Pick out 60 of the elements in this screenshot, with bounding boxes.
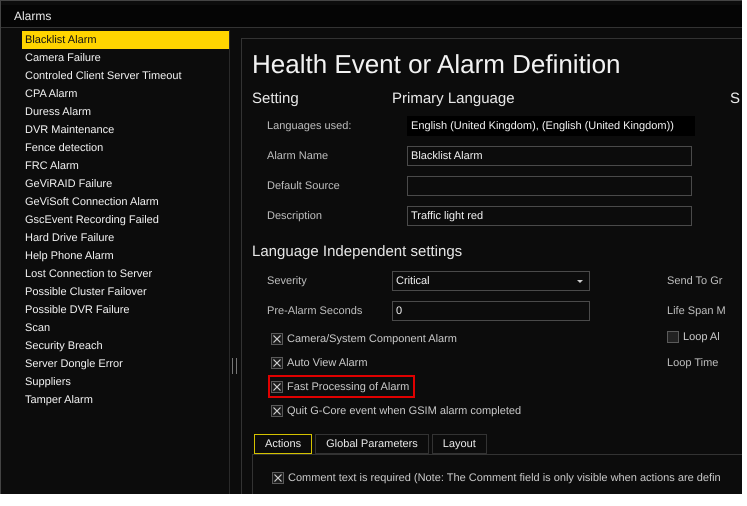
alarm-list-item[interactable]: Duress Alarm	[22, 103, 229, 121]
checkbox-label: Comment text is required (Note: The Comment field is only visible when actions are defin	[288, 472, 721, 484]
field-label: Description	[267, 210, 324, 222]
field-label: Alarm Name	[267, 150, 330, 162]
alarm-list-item[interactable]: Possible DVR Failure	[22, 301, 229, 319]
tab[interactable]: Global Parameters	[315, 434, 429, 454]
languages-value: English (United Kingdom), (English (United Kingdom))	[407, 116, 695, 136]
splitter-grip-icon[interactable]	[232, 358, 237, 374]
alarm-list-item[interactable]: Server Dongle Error	[22, 355, 229, 373]
field-label: Loop Time	[667, 356, 720, 371]
checked-checkbox[interactable]	[271, 380, 283, 392]
alarm-list-item[interactable]: CPA Alarm	[22, 85, 229, 103]
checkbox-label: Auto View Alarm	[287, 356, 368, 368]
alarm-list-item[interactable]: GeViRAID Failure	[22, 175, 229, 193]
dropdown-value: Critical	[396, 274, 430, 289]
checked-checkbox[interactable]	[271, 332, 283, 344]
section-heading: Language Independent settings	[252, 243, 464, 260]
field-label: Default Source	[267, 180, 341, 192]
dropdown-arrow-icon	[577, 280, 583, 282]
alarm-list-item[interactable]: GeViSoft Connection Alarm	[22, 193, 229, 211]
severity-dropdown[interactable]: Critical	[392, 271, 590, 291]
alarm-list-item[interactable]: Lost Connection to Server	[22, 265, 229, 283]
alarm-list-item[interactable]: FRC Alarm	[22, 157, 229, 175]
page-title: Health Event or Alarm Definition	[252, 49, 622, 80]
column-heading: Setting	[252, 90, 300, 107]
checked-checkbox[interactable]	[272, 472, 284, 484]
checkbox-label: Fast Processing of Alarm	[287, 380, 410, 392]
field-label: Send To Gr	[667, 274, 724, 289]
checked-checkbox[interactable]	[271, 404, 283, 416]
field-label: Severity	[267, 275, 308, 287]
field-label: Life Span M	[667, 304, 726, 319]
alarm-list-item[interactable]: Security Breach	[22, 337, 229, 355]
input-field[interactable]: 0	[392, 301, 590, 321]
input-field[interactable]: Traffic light red	[407, 206, 692, 226]
alarm-list-item[interactable]: Camera Failure	[22, 49, 229, 67]
panel-title: Alarms	[14, 9, 52, 23]
checkbox[interactable]	[667, 331, 679, 343]
checkbox-label: Quit G-Core event when GSIM alarm completed	[287, 404, 522, 416]
field-label: Languages used:	[267, 120, 352, 132]
alarm-list-item[interactable]: Fence detection	[22, 139, 229, 157]
alarm-list-item[interactable]: Suppliers	[22, 373, 229, 391]
alarm-list-item[interactable]: Possible Cluster Failover	[22, 283, 229, 301]
alarm-list-item[interactable]: Help Phone Alarm	[22, 247, 229, 265]
alarm-list-item[interactable]: GscEvent Recording Failed	[22, 211, 229, 229]
alarm-list-item[interactable]: Controled Client Server Timeout	[22, 67, 229, 85]
input-field[interactable]: Blacklist Alarm	[407, 146, 692, 166]
tab[interactable]: Layout	[432, 434, 487, 454]
checkbox-label: Loop Al	[683, 330, 720, 345]
alarm-list-item[interactable]: Blacklist Alarm	[22, 31, 229, 49]
checkbox-label: Camera/System Component Alarm	[287, 332, 457, 344]
alarm-list-item[interactable]: Hard Drive Failure	[22, 229, 229, 247]
field-label: Pre-Alarm Seconds	[267, 305, 364, 317]
input-field[interactable]	[407, 176, 692, 196]
alarm-list-item[interactable]: Tamper Alarm	[22, 391, 229, 409]
checked-checkbox[interactable]	[271, 356, 283, 368]
tab[interactable]: Actions	[254, 434, 312, 454]
column-heading: Primary Language	[392, 90, 516, 107]
column-heading: S	[730, 90, 740, 107]
alarm-list-item[interactable]: Scan	[22, 319, 229, 337]
alarm-list-item[interactable]: DVR Maintenance	[22, 121, 229, 139]
